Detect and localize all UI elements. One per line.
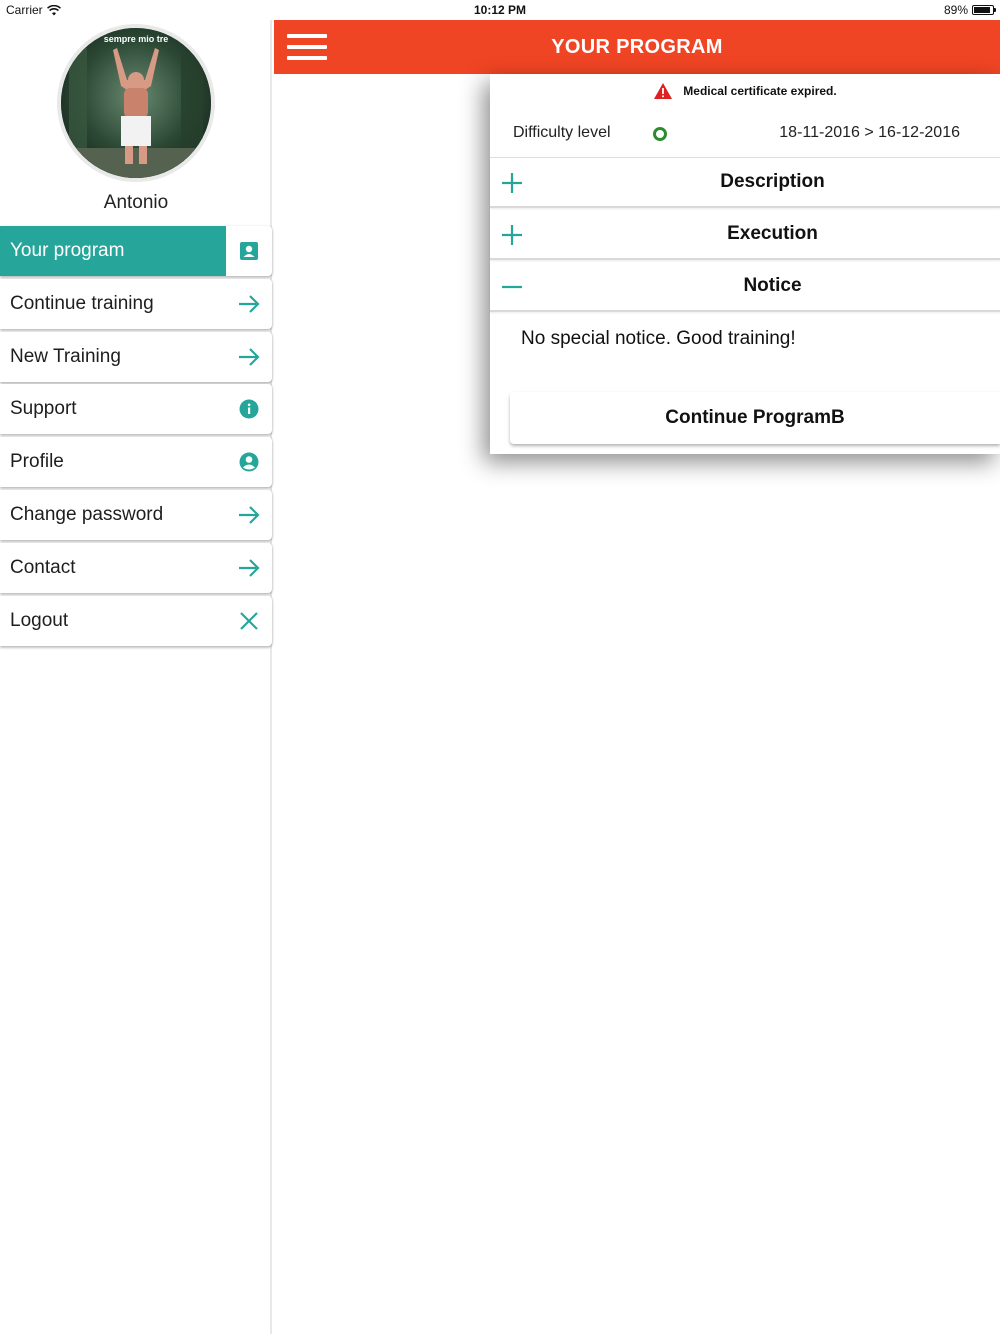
sidebar-item-label: Change password [10,503,164,525]
sidebar-item-continue-training[interactable]: Continue training [0,278,272,329]
avatar[interactable]: sempre mio tre [57,24,215,182]
section-execution[interactable]: Execution [490,210,1000,260]
sidebar-item-label: Contact [10,556,76,578]
sidebar-item-label: New Training [10,345,121,367]
plus-icon [502,225,522,245]
arrow-right-icon [226,279,272,329]
minus-icon [502,285,522,289]
program-card: Medical certificate expired. Difficulty … [490,74,1000,454]
warning-icon [654,83,673,99]
medical-alert: Medical certificate expired. [490,82,1000,100]
sidebar-item-contact[interactable]: Contact [0,542,272,593]
plus-icon [502,173,522,193]
battery-percent: 89% [943,3,968,17]
sidebar-item-label: Support [10,398,77,420]
avatar-caption: sempre mio tre [104,34,169,44]
difficulty-indicator-icon [653,127,667,141]
sidebar-item-new-training[interactable]: New Training [0,331,272,382]
section-title: Notice [743,275,802,296]
battery-icon [972,5,996,15]
page-title: YOUR PROGRAM [551,36,723,58]
arrow-right-icon [226,332,272,382]
status-time: 10:12 PM [473,3,527,17]
difficulty-label: Difficulty level [513,124,611,141]
avatar-photo: sempre mio tre [61,28,211,178]
continue-program-button[interactable]: Continue ProgramB [510,392,1000,444]
battery-level [974,7,991,13]
close-icon [226,596,272,646]
section-notice[interactable]: Notice [490,262,1000,312]
sidebar-item-label: Continue training [10,292,154,314]
arrow-right-icon [226,543,272,593]
sidebar-item-label: Your program [0,226,226,276]
sidebar-menu: Your program Continue training New Train… [0,226,272,648]
status-bar: Carrier 10:12 PM 89% [0,0,1000,20]
difficulty-row: Difficulty level 18-11-2016 > 16-12-2016 [490,112,1000,158]
sidebar-item-support[interactable]: Support [0,384,272,435]
arrow-right-icon [226,490,272,540]
date-range: 18-11-2016 > 16-12-2016 [779,124,960,141]
section-title: Execution [727,223,818,244]
section-title: Description [720,171,825,192]
info-icon [226,384,272,434]
user-name: Antonio [103,192,169,213]
person-card-icon [226,226,272,276]
sidebar-item-label: Profile [10,451,64,473]
sidebar: sempre mio tre Antonio Your program Cont… [0,20,272,1334]
alert-text: Medical certificate expired. [683,84,837,98]
hamburger-icon[interactable] [287,34,327,60]
user-circle-icon [226,437,272,487]
notice-text: No special notice. Good training! [521,328,796,349]
sidebar-item-change-password[interactable]: Change password [0,489,272,540]
app-header: YOUR PROGRAM [274,20,1000,74]
sidebar-item-profile[interactable]: Profile [0,437,272,488]
sidebar-item-logout[interactable]: Logout [0,595,272,646]
status-battery: 89% [943,3,996,17]
sidebar-item-label: Logout [10,609,69,631]
sidebar-item-your-program[interactable]: Your program [0,226,272,276]
section-description[interactable]: Description [490,158,1000,208]
